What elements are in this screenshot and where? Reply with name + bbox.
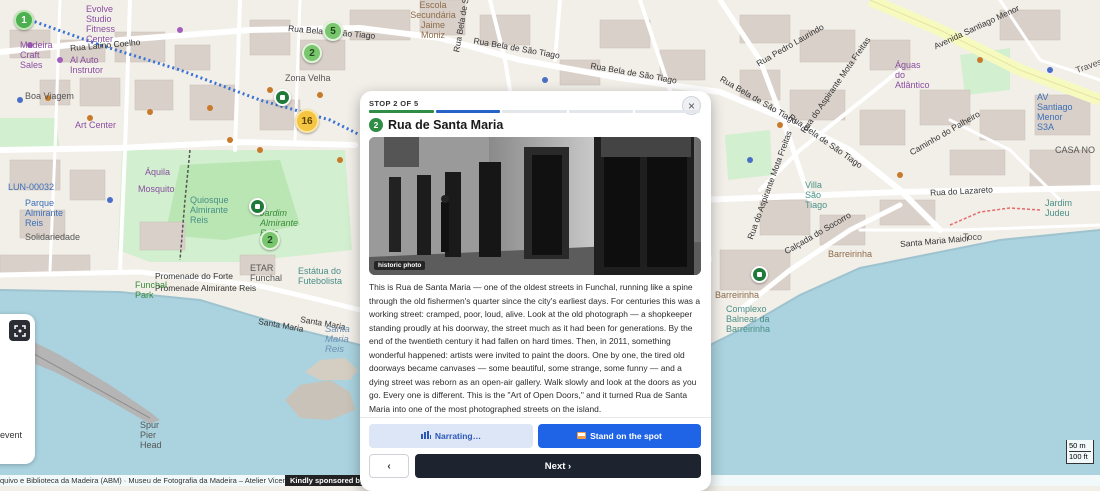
next-button[interactable]: Next › [415,454,701,478]
poi-label: LUN-00032 [8,182,55,192]
poi-label: Estátua do Futebolista [298,266,343,286]
poi-label: Evolve Studio Fitness Center [86,4,116,44]
poi-label: Art Center [75,120,117,130]
poi-label: Solidariedade [25,232,81,242]
poi-label: Villa São Tiago [805,180,828,210]
place-label: Zona Velha [285,73,331,83]
stop-title: Rua de Santa Maria [388,118,504,132]
attribution-text: quivo e Biblioteca da Madeira (ABM) · Mu… [0,476,299,485]
cluster-marker[interactable]: 2 [260,230,280,250]
poi-label: Barreirinha [828,249,873,259]
location-icon [577,431,587,442]
cluster-marker[interactable]: 2 [302,43,322,63]
narrating-label: Narrating… [434,431,482,441]
poi-label: Santa Maria Reis [325,324,350,355]
card-divider [360,417,711,418]
stop-marker[interactable] [249,198,266,215]
historic-photo[interactable]: historic photo [369,137,701,275]
cluster-marker[interactable]: 16 [295,109,319,133]
poi-label: ETAR Funchal [250,263,283,283]
progress-segment [435,110,501,113]
cluster-marker[interactable]: 1 [14,10,34,30]
poi-label: Madeira Craft Sales [20,40,53,70]
stop-marker[interactable] [751,266,768,283]
narrating-button[interactable]: Narrating… [369,424,533,448]
poi-label: Al Auto Instrutor [70,55,104,75]
photo-tag: historic photo [374,261,426,270]
poi-label: Áquila [145,167,171,177]
stop-number-badge: 2 [369,118,383,132]
scale-metric: 50 m [1069,441,1091,452]
poi-label: Complexo Balnear da Barreirinha [726,304,771,334]
place-label: Boa Viagem [25,91,74,101]
poi-label: Parque Almirante Reis [25,198,64,228]
stop-step-label: STOP 2 OF 5 [369,99,419,108]
poi-label: CASA NO [1055,145,1096,155]
stand-on-spot-label: Stand on the spot [590,431,662,441]
progress-segment [502,110,567,113]
historic-photo-image [369,137,701,275]
stop-title-row: 2 Rua de Santa Maria [369,118,503,132]
poi-label: Spur Pier Head [140,420,162,450]
side-panel-text: event [0,430,23,440]
poi-label: Toco [963,232,983,242]
poi-label: Funchal Park [135,280,168,300]
previous-button[interactable]: ‹ [369,454,409,478]
street-label: Promenade Almirante Reis [155,283,257,293]
scale-imperial: 100 ft [1069,452,1088,461]
stop-progress [369,110,700,113]
stop-card: STOP 2 OF 5 × 2 Rua de Santa Maria histo… [360,91,711,491]
recenter-icon[interactable] [9,320,30,341]
progress-segment [635,110,700,113]
poi-label: Quiosque Almirante Reis [190,195,229,225]
scale-bar: 50 m 100 ft [1066,440,1094,464]
stand-on-spot-button[interactable]: Stand on the spot [538,424,701,448]
cluster-marker[interactable]: 5 [323,21,343,41]
narration-text: This is Rua de Santa Maria — one of the … [369,282,701,414]
poi-label: Escola Secundária Jaime Moniz [410,0,456,40]
poi-label: Águas do Atlântico [895,60,930,90]
poi-label: Jardim Judeu [1045,198,1073,218]
audio-bars-icon [420,431,431,441]
progress-segment [568,110,634,113]
stop-marker[interactable] [274,89,291,106]
poi-label: Mosquito [138,184,175,194]
poi-label: AV Santiago Menor S3A [1037,92,1073,132]
poi-label: Barreirinha [715,290,760,300]
progress-segment [369,110,434,113]
